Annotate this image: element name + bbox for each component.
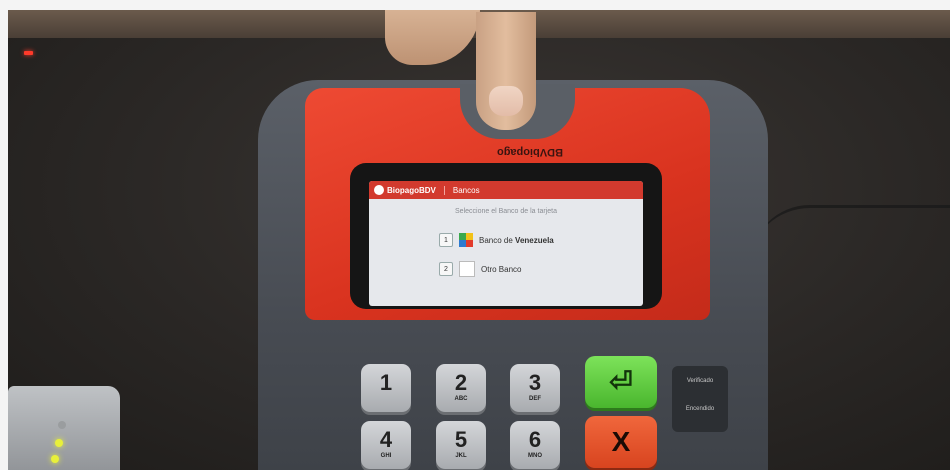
cancel-button[interactable]: X xyxy=(585,416,657,468)
screen-header: BiopagoBDV Bancos xyxy=(369,181,643,199)
key-6[interactable]: 6 MNO xyxy=(510,421,560,469)
screen-prompt: Seleccione el Banco de la tarjeta xyxy=(455,208,557,215)
screen-brand: BiopagoBDV xyxy=(387,185,445,195)
key-3[interactable]: 3 DEF xyxy=(510,364,560,412)
key-4[interactable]: 4 GHI xyxy=(361,421,411,469)
power-led-icon xyxy=(24,51,33,55)
key-5[interactable]: 5 JKL xyxy=(436,421,486,469)
option-label: Banco de Venezuela xyxy=(479,235,554,245)
key-2[interactable]: 2 ABC xyxy=(436,364,486,412)
option-otro-banco[interactable]: 2 Otro Banco xyxy=(439,261,521,277)
enter-button[interactable]: ⏎ xyxy=(585,356,657,408)
fingernail xyxy=(489,86,523,116)
key-1[interactable]: 1 xyxy=(361,364,411,412)
reader-led-icon xyxy=(58,421,66,429)
status-panel: Verificado Encendido xyxy=(672,366,728,432)
cable xyxy=(750,205,950,268)
option-label: Otro Banco xyxy=(481,264,522,274)
bank-logo-icon xyxy=(374,185,384,195)
option-number: 2 xyxy=(439,262,453,276)
reader-led-icon xyxy=(51,455,59,463)
reader-led-icon xyxy=(55,439,63,447)
verified-label: Verificado xyxy=(686,378,714,384)
photo-scene: BDVbiopago BiopagoBDV Bancos Seleccione … xyxy=(0,0,950,470)
power-label: Encendido xyxy=(685,406,715,412)
image-border xyxy=(0,0,8,470)
terminal-brand: BDVbiopago xyxy=(497,146,563,158)
image-border xyxy=(0,0,950,10)
option-banco-venezuela[interactable]: 1 Banco de Venezuela xyxy=(439,233,554,247)
hand xyxy=(385,10,480,65)
option-number: 1 xyxy=(439,233,453,247)
screen-section: Bancos xyxy=(452,185,480,195)
terminal-screen: BiopagoBDV Bancos Seleccione el Banco de… xyxy=(369,181,643,306)
bdv-logo-icon xyxy=(459,233,473,247)
bank-card-icon xyxy=(459,261,475,277)
